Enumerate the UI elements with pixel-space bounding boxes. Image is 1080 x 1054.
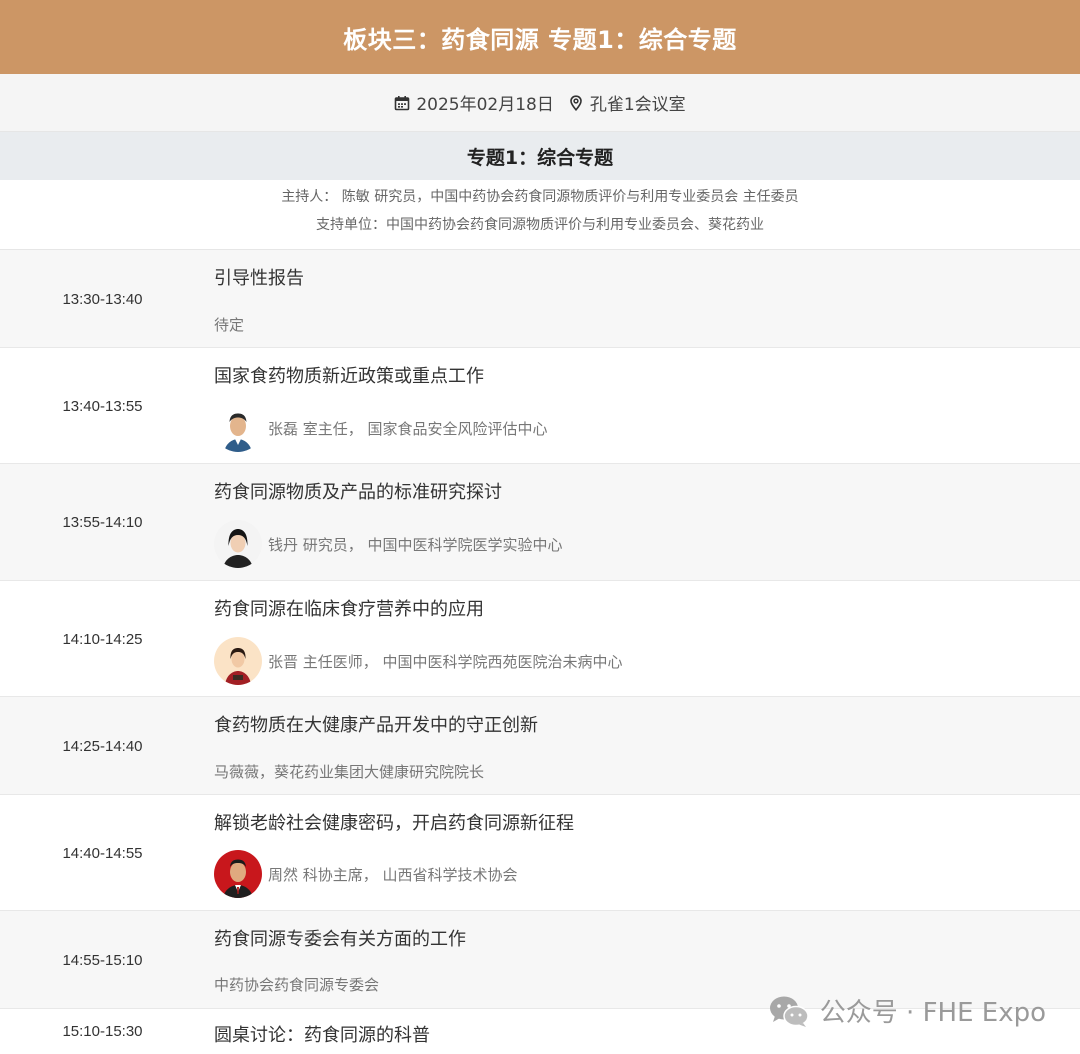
session-hosts: 主持人： 陈敏 研究员，中国中药协会药食同源物质评价与利用专业委员会 主任委员 … (0, 180, 1080, 250)
row-speaker: 钱丹 研究员， 中国中医科学院医学实验中心 (214, 520, 563, 568)
row-speaker: 张晋 主任医师， 中国中医科学院西苑医院治未病中心 (214, 637, 623, 685)
speaker-text: 张晋 主任医师， 中国中医科学院西苑医院治未病中心 (268, 652, 623, 671)
row-title: 药食同源物质及产品的标准研究探讨 (214, 482, 502, 503)
support-line: 支持单位：中国中药协会药食同源物质评价与利用专业委员会、葵花药业 (316, 217, 764, 233)
row-title: 圆桌讨论：药食同源的科普 (214, 1025, 430, 1046)
schedule-row: 13:40-13:55 国家食药物质新近政策或重点工作 张磊 室主任， 国家食品… (0, 348, 1080, 464)
row-title: 药食同源在临床食疗营养中的应用 (214, 599, 484, 620)
session-title: 专题1：综合专题 (466, 146, 614, 169)
row-time: 13:30-13:40 (62, 291, 143, 308)
speaker-avatar (214, 850, 262, 898)
schedule-row: 14:25-14:40 食药物质在大健康产品开发中的守正创新 马薇薇，葵花药业集… (0, 697, 1080, 795)
host-line: 主持人： 陈敏 研究员，中国中药协会药食同源物质评价与利用专业委员会 主任委员 (281, 189, 799, 205)
row-title: 国家食药物质新近政策或重点工作 (214, 366, 484, 387)
calendar-icon (394, 95, 410, 111)
speaker-text: 钱丹 研究员， 中国中医科学院医学实验中心 (268, 535, 563, 554)
row-time: 14:55-15:10 (62, 952, 143, 969)
row-speaker: 张磊 室主任， 国家食品安全风险评估中心 (214, 404, 548, 452)
row-time: 14:10-14:25 (62, 631, 143, 648)
speaker-text: 马薇薇，葵花药业集团大健康研究院院长 (214, 763, 485, 781)
speaker-text: 待定 (214, 316, 245, 334)
event-room: 孔雀1会议室 (589, 95, 686, 115)
row-speaker: 待定 (214, 314, 244, 335)
speaker-avatar (214, 520, 262, 568)
row-time: 13:40-13:55 (62, 398, 143, 415)
row-title: 药食同源专委会有关方面的工作 (214, 929, 466, 950)
speaker-avatar (214, 637, 262, 685)
event-meta-bar: 2025年02月18日 孔雀1会议室 (0, 74, 1080, 132)
watermark-text: 公众号 · FHE Expo (819, 998, 1046, 1028)
schedule-row: 13:30-13:40 引导性报告 待定 (0, 250, 1080, 348)
speaker-text: 周然 科协主席， 山西省科学技术协会 (268, 865, 518, 884)
page-title-banner: 板块三：药食同源 专题1：综合专题 (0, 0, 1080, 74)
row-time: 13:55-14:10 (62, 514, 143, 531)
watermark: 公众号 · FHE Expo (768, 992, 1046, 1029)
location-pin-icon (568, 94, 584, 111)
row-title: 解锁老龄社会健康密码，开启药食同源新征程 (214, 813, 574, 834)
row-time: 14:25-14:40 (62, 738, 143, 755)
wechat-icon (768, 994, 810, 1028)
row-title: 食药物质在大健康产品开发中的守正创新 (214, 715, 538, 736)
speaker-avatar (214, 404, 262, 452)
schedule-row: 14:40-14:55 解锁老龄社会健康密码，开启药食同源新征程 周然 科协主席… (0, 795, 1080, 911)
page-title: 板块三：药食同源 专题1：综合专题 (343, 25, 737, 54)
row-speaker: 周然 科协主席， 山西省科学技术协会 (214, 850, 518, 898)
event-date: 2025年02月18日 (416, 95, 554, 115)
row-time: 14:40-14:55 (62, 845, 143, 862)
row-speaker: 中药协会药食同源专委会 (214, 974, 379, 995)
speaker-text: 张磊 室主任， 国家食品安全风险评估中心 (268, 419, 548, 438)
speaker-text: 中药协会药食同源专委会 (214, 976, 380, 994)
row-time: 15:10-15:30 (62, 1023, 143, 1040)
session-heading: 专题1：综合专题 (0, 132, 1080, 180)
row-title: 引导性报告 (214, 268, 304, 289)
schedule-row: 13:55-14:10 药食同源物质及产品的标准研究探讨 钱丹 研究员， 中国中… (0, 464, 1080, 581)
schedule-row: 14:10-14:25 药食同源在临床食疗营养中的应用 张晋 主任医师， 中国中… (0, 581, 1080, 697)
row-speaker: 马薇薇，葵花药业集团大健康研究院院长 (214, 761, 484, 782)
